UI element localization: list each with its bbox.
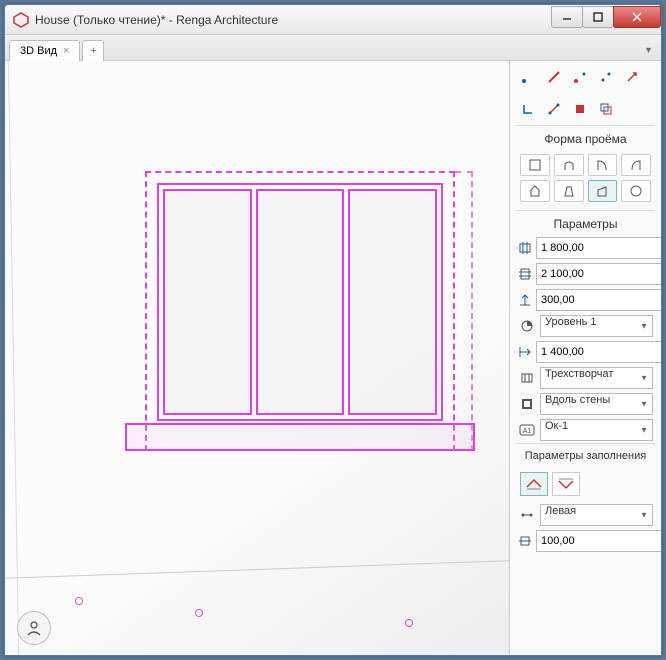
view-mode-button[interactable] xyxy=(17,611,51,645)
tab-3d-view[interactable]: 3D Вид × xyxy=(9,40,80,61)
app-window: House (Только чтение)* - Renga Architect… xyxy=(4,4,662,656)
tool-line-icon[interactable] xyxy=(542,65,566,89)
param-height-row: мм xyxy=(510,261,661,287)
viewport-3d[interactable] xyxy=(5,61,509,655)
titlebar[interactable]: House (Только чтение)* - Renga Architect… xyxy=(5,5,661,35)
chevron-down-icon: ▼ xyxy=(640,511,648,520)
handed-icon xyxy=(518,506,536,524)
level-icon xyxy=(518,317,536,335)
param-level-select[interactable]: Уровень 1▼ xyxy=(540,315,653,337)
shape-circle[interactable] xyxy=(621,180,651,202)
edit-tool-row xyxy=(510,61,661,93)
tab-label: 3D Вид xyxy=(20,45,57,57)
param-level-row: Уровень 1▼ xyxy=(510,313,661,339)
param-offset-input[interactable] xyxy=(536,341,661,363)
param-tag-row: A1 Ок-1▼ xyxy=(510,417,661,443)
window-casement xyxy=(157,183,443,421)
fill-section-title: Параметры заполнения xyxy=(516,443,655,466)
tool-arrow-icon[interactable] xyxy=(620,65,644,89)
window-title: House (Только чтение)* - Renga Architect… xyxy=(35,13,552,27)
params-section-title: Параметры xyxy=(516,210,655,235)
fill-mode-b[interactable] xyxy=(552,472,580,496)
param-height-input[interactable] xyxy=(536,263,661,285)
tool-two-dots-icon[interactable] xyxy=(594,65,618,89)
casement-icon xyxy=(518,369,536,387)
floor-edge xyxy=(5,560,509,579)
param-handed-select[interactable]: Левая▼ xyxy=(540,504,653,526)
tool-angle-icon[interactable] xyxy=(516,97,540,121)
snap-marker xyxy=(405,619,413,627)
chevron-down-icon: ▼ xyxy=(640,322,648,331)
param-tag-select[interactable]: Ок-1▼ xyxy=(540,419,653,441)
snap-marker xyxy=(195,609,203,617)
app-icon xyxy=(13,12,29,28)
fill-mode-a[interactable] xyxy=(520,472,548,496)
chevron-down-icon: ▼ xyxy=(640,400,648,409)
param-orientation-select[interactable]: Вдоль стены▼ xyxy=(540,393,653,415)
chevron-down-icon: ▼ xyxy=(640,374,648,383)
shape-grid xyxy=(510,150,661,210)
window-pane xyxy=(256,189,345,415)
tabbar-menu-icon[interactable]: ▾ xyxy=(640,41,657,60)
tag-icon: A1 xyxy=(518,421,536,439)
param-width-input[interactable] xyxy=(536,237,661,259)
param-depth-row: мм xyxy=(510,528,661,554)
svg-text:A1: A1 xyxy=(523,428,532,435)
tab-new[interactable]: + xyxy=(82,40,104,61)
content-area: Форма проёма Параметры мм мм xyxy=(5,61,661,655)
window-object[interactable] xyxy=(145,171,455,451)
param-width-row: мм xyxy=(510,235,661,261)
close-button[interactable] xyxy=(613,6,661,28)
param-handed-row: Левая▼ xyxy=(510,502,661,528)
shape-corner-l[interactable] xyxy=(588,154,618,176)
transform-tool-row xyxy=(510,93,661,125)
param-offset-row: мм xyxy=(510,339,661,365)
offset-icon xyxy=(518,343,532,361)
tool-rect-icon[interactable] xyxy=(568,97,592,121)
window-depth-guide xyxy=(455,171,473,451)
depth-icon xyxy=(518,532,532,550)
tool-copy-icon[interactable] xyxy=(594,97,618,121)
shape-corner-r[interactable] xyxy=(621,154,651,176)
tool-diagonal-icon[interactable] xyxy=(542,97,566,121)
height-icon xyxy=(518,265,532,283)
width-icon xyxy=(518,239,532,257)
shape-section-title: Форма проёма xyxy=(516,125,655,150)
param-elevation-row: мм xyxy=(510,287,661,313)
shape-pentagon[interactable] xyxy=(520,180,550,202)
orientation-icon xyxy=(518,395,536,413)
window-sill xyxy=(125,423,475,451)
param-casement-row: Трехстворчат▼ xyxy=(510,365,661,391)
shape-rect[interactable] xyxy=(520,154,550,176)
snap-marker xyxy=(75,597,83,605)
fill-mode-row xyxy=(510,466,661,502)
properties-panel: Форма проёма Параметры мм мм xyxy=(509,61,661,655)
minimize-button[interactable] xyxy=(551,6,583,28)
param-depth-input[interactable] xyxy=(536,530,661,552)
tabbar: 3D Вид × + ▾ xyxy=(5,35,661,61)
elevation-icon xyxy=(518,291,532,309)
tool-point-icon[interactable] xyxy=(516,65,540,89)
wall-edge xyxy=(8,61,19,655)
shape-arch[interactable] xyxy=(554,154,584,176)
chevron-down-icon: ▼ xyxy=(640,426,648,435)
param-elevation-input[interactable] xyxy=(536,289,661,311)
shape-slant-l[interactable] xyxy=(588,180,618,202)
param-orientation-row: Вдоль стены▼ xyxy=(510,391,661,417)
window-pane xyxy=(348,189,437,415)
shape-trapezoid[interactable] xyxy=(554,180,584,202)
window-pane xyxy=(163,189,252,415)
tool-dot-icon[interactable] xyxy=(568,65,592,89)
param-casement-select[interactable]: Трехстворчат▼ xyxy=(540,367,653,389)
maximize-button[interactable] xyxy=(582,6,614,28)
window-controls xyxy=(552,6,661,28)
tab-close-icon[interactable]: × xyxy=(63,45,69,57)
